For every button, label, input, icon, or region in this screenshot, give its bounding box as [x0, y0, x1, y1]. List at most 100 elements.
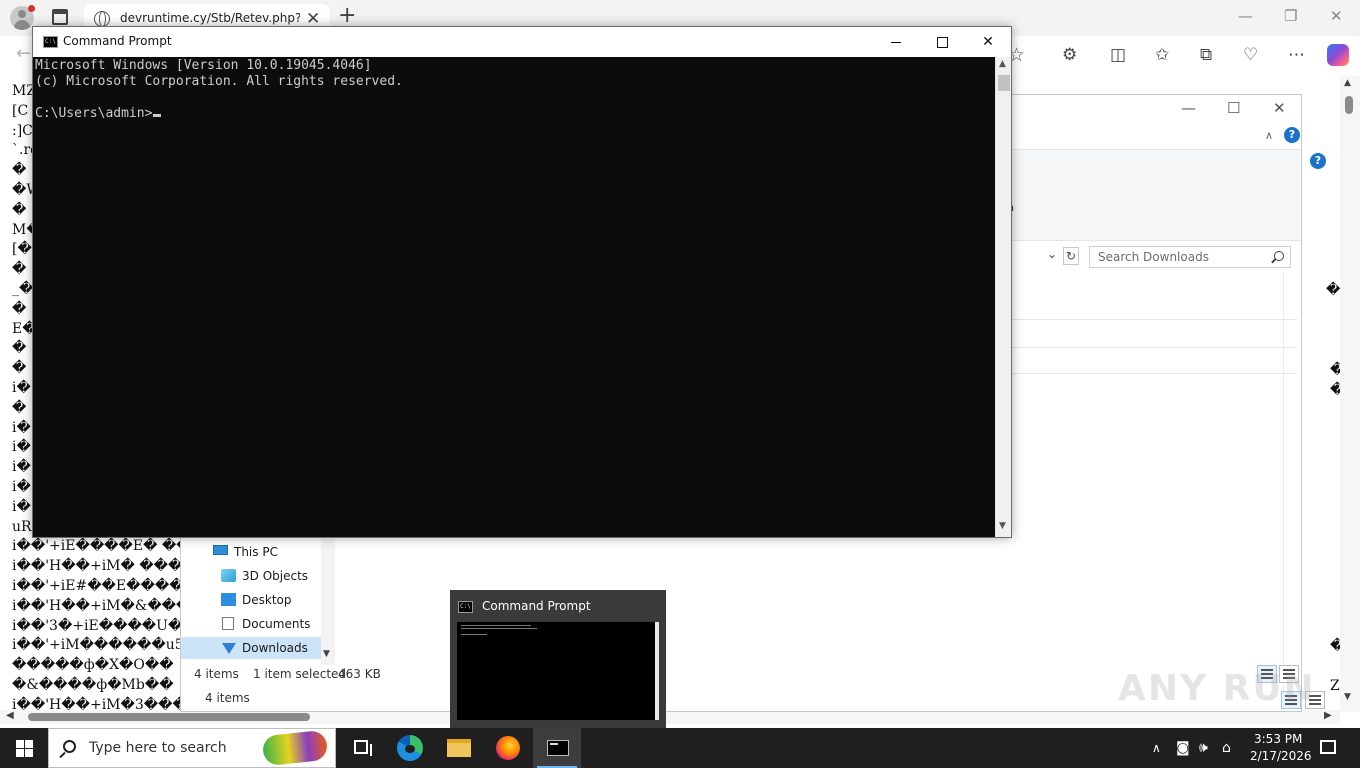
scroll-right-icon[interactable]: ▶	[1324, 710, 1332, 721]
page-text-line: i��'+iM������u5H	[12, 637, 196, 654]
status-item-count: 4 items	[194, 667, 239, 681]
task-view-icon	[354, 740, 372, 756]
page-text-line: �&����ф�Mb��	[12, 676, 174, 693]
command-prompt-window[interactable]: C:\ Command Prompt ✕ Microsoft Windows […	[32, 26, 1012, 538]
cmd-console-output[interactable]: Microsoft Windows [Version 10.0.19045.40…	[33, 57, 995, 537]
favorites-icon[interactable]: ✩	[1155, 45, 1169, 65]
search-downloads-input[interactable]: Search Downloads	[1089, 246, 1291, 268]
nav-item-3d-objects[interactable]: 3D Objects	[181, 565, 321, 587]
collapse-ribbon-icon[interactable]: ∧	[1265, 129, 1273, 142]
volume-icon[interactable]: 🕪	[1199, 738, 1208, 758]
download-icon	[222, 643, 236, 654]
scroll-down-icon[interactable]: ▼	[999, 521, 1006, 531]
page-horizontal-scrollbar[interactable]: ◀ ▶	[0, 710, 1340, 724]
console-prompt-line[interactable]: C:\Users\admin>	[35, 106, 995, 122]
browser-close-button[interactable]: ✕	[1330, 6, 1343, 26]
preview-thumbnail[interactable]	[457, 622, 659, 720]
browser-minimize-button[interactable]: —	[1238, 6, 1253, 26]
page-text-line: i��'+iE#��E������	[12, 577, 202, 594]
explorer-minimize-button[interactable]: —	[1181, 99, 1196, 117]
cmd-app-icon: C:\	[43, 36, 58, 48]
start-button[interactable]	[0, 728, 48, 768]
nav-label: 3D Objects	[242, 569, 309, 583]
help-icon[interactable]: ?	[1310, 153, 1326, 169]
scroll-left-icon[interactable]: ◀	[6, 710, 14, 721]
console-prompt: C:\Users\admin>	[35, 106, 153, 121]
meet-now-icon[interactable]: ◙	[1176, 738, 1190, 758]
text-cursor	[153, 114, 162, 117]
explorer-content-scrollbar[interactable]	[1283, 271, 1301, 691]
cmd-vertical-scrollbar[interactable]: ▲ ▼	[995, 57, 1011, 537]
nav-label: This PC	[234, 545, 278, 559]
nav-label: Desktop	[242, 593, 292, 607]
split-screen-icon[interactable]: ◫	[1110, 45, 1126, 65]
clock-time[interactable]: 3:53 PM	[1254, 732, 1302, 746]
page-text-line: i��'H��+iM� �����	[12, 558, 202, 575]
scroll-thumb[interactable]	[998, 75, 1010, 91]
nav-item-this-pc[interactable]: This PC	[181, 541, 321, 563]
taskbar-file-explorer-button[interactable]	[435, 728, 483, 768]
list-divider	[1011, 373, 1297, 374]
extensions-icon[interactable]: ⚙	[1062, 45, 1077, 65]
page-text-line: i��'H��+iM�&�����	[12, 597, 202, 614]
firefox-icon	[496, 736, 520, 760]
network-icon[interactable]: ⌂	[1222, 738, 1231, 758]
help-icon[interactable]: ?	[1284, 127, 1300, 143]
list-divider	[1011, 319, 1297, 320]
browser-essentials-icon[interactable]: ♡	[1243, 45, 1258, 65]
navigation-pane: This PC 3D Objects Desktop Documents Dow…	[181, 539, 321, 663]
status-size: 463 KB	[338, 667, 381, 681]
cmd-minimize-button[interactable]	[873, 30, 919, 54]
copilot-icon[interactable]	[1327, 44, 1349, 66]
explorer-maximize-button[interactable]: ☐	[1227, 99, 1240, 117]
cmd-maximize-button[interactable]	[919, 30, 965, 54]
tray-overflow-icon[interactable]: ∧	[1152, 738, 1161, 758]
cmd-icon	[547, 740, 569, 756]
nav-item-downloads[interactable]: Downloads	[181, 637, 321, 659]
taskbar-cmd-button[interactable]	[533, 728, 581, 768]
scroll-down-icon[interactable]: ▼	[323, 649, 330, 659]
search-placeholder: Search Downloads	[1098, 250, 1209, 264]
scroll-down-icon[interactable]: ▼	[1344, 692, 1351, 702]
tab-actions-icon[interactable]	[52, 9, 68, 25]
page-vertical-scrollbar[interactable]: ▲ ▼	[1340, 76, 1360, 712]
status-selected: 1 item selected	[253, 667, 347, 681]
scroll-thumb[interactable]	[28, 713, 310, 721]
cmd-window-title: Command Prompt	[63, 34, 172, 48]
cmd-app-icon: C:\	[458, 601, 473, 613]
nav-item-desktop[interactable]: Desktop	[181, 589, 321, 611]
browser-restore-button[interactable]: ❐	[1284, 6, 1297, 26]
refresh-icon[interactable]: ↻	[1063, 247, 1079, 265]
explorer-close-button[interactable]: ✕	[1273, 99, 1286, 117]
taskbar-firefox-button[interactable]	[484, 728, 532, 768]
tab-title: devruntime.cy/Stb/Retev.php?bl=	[120, 11, 300, 25]
console-line: (c) Microsoft Corporation. All rights re…	[35, 74, 403, 89]
clock-date[interactable]: 2/17/2026	[1250, 749, 1312, 763]
address-dropdown-icon[interactable]: ⌄	[1047, 247, 1057, 261]
scroll-up-icon[interactable]: ▲	[1344, 78, 1351, 88]
task-view-button[interactable]	[338, 728, 386, 768]
nav-item-documents[interactable]: Documents	[181, 613, 321, 635]
page-text-line: i��'+iE����E� ���	[12, 538, 202, 555]
edge-icon	[397, 735, 423, 761]
windows-taskbar: Type here to search ∧ ◙ 🕪 ⌂ 3:53 PM 2/17…	[0, 728, 1360, 768]
cmd-title-bar[interactable]: C:\ Command Prompt ✕	[33, 27, 1011, 57]
search-highlight-icon	[261, 729, 329, 767]
nav-pane-scrollbar[interactable]: ▼	[321, 539, 335, 665]
taskbar-search-box[interactable]: Type here to search	[48, 728, 336, 768]
scroll-thumb[interactable]	[1345, 96, 1353, 114]
more-options-icon[interactable]: ⋯	[1288, 45, 1305, 65]
taskbar-thumbnail-preview[interactable]: C:\ Command Prompt	[450, 590, 666, 728]
collections-icon[interactable]: ⧉	[1200, 45, 1212, 65]
cmd-close-button[interactable]: ✕	[965, 30, 1011, 54]
back-arrow-icon[interactable]: ←	[16, 43, 31, 64]
computer-icon	[213, 545, 228, 555]
scroll-up-icon[interactable]: ▲	[999, 59, 1006, 69]
taskbar-edge-button[interactable]	[386, 728, 434, 768]
cube-icon	[221, 569, 236, 582]
notification-icon[interactable]	[1320, 740, 1336, 754]
page-text-line: i��'3�+iE����U�)H	[12, 617, 200, 634]
console-line: Microsoft Windows [Version 10.0.19045.40…	[35, 58, 372, 73]
taskbar-search-placeholder: Type here to search	[89, 740, 227, 756]
status-item-count-secondary: 4 items	[205, 691, 250, 705]
